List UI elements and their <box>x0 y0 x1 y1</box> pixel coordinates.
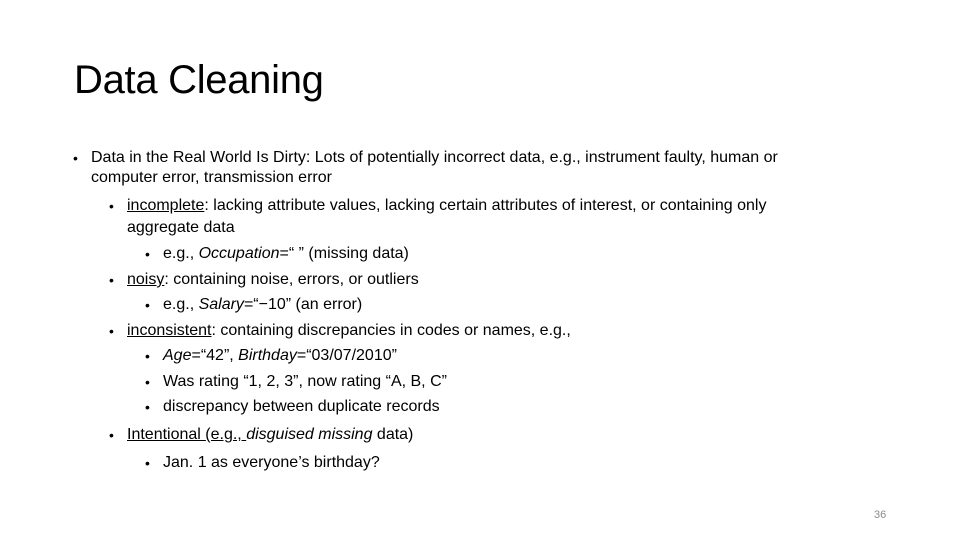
noisy-line: noisy: containing noise, errors, or outl… <box>127 271 419 288</box>
bullet-l3-rating: • <box>145 374 150 390</box>
age-birthday-example: Age=“42”, Birthday=“03/07/2010” <box>163 347 397 364</box>
bullet-l3-salary: • <box>145 297 150 313</box>
rating-example: Was rating “1, 2, 3”, now rating “A, B, … <box>163 373 447 390</box>
intentional-line: Intentional (e.g., disguised missing dat… <box>127 426 414 443</box>
discrepancy-example: discrepancy between duplicate records <box>163 398 440 415</box>
slide: Data Cleaning • Data in the Real World I… <box>0 0 960 540</box>
salary-example: e.g., Salary=“−10” (an error) <box>163 296 363 313</box>
page-number: 36 <box>874 509 887 521</box>
incomplete-term: incomplete <box>127 197 205 214</box>
inconsistent-line: inconsistent: containing discrepancies i… <box>127 322 571 339</box>
slide-title: Data Cleaning <box>74 58 324 102</box>
inconsistent-term: inconsistent <box>127 322 212 339</box>
bullet-l2-noisy: • <box>109 272 114 288</box>
bullet-l3-occupation: • <box>145 246 150 262</box>
dirty-data-line-2: computer error, transmission error <box>91 169 332 186</box>
bullet-l3-jan1: • <box>145 455 150 471</box>
occupation-example: e.g., Occupation=“ ” (missing data) <box>163 245 409 262</box>
bullet-l2-inconsistent: • <box>109 323 114 339</box>
noisy-term: noisy <box>127 271 165 288</box>
birthday-example: Jan. 1 as everyone’s birthday? <box>163 454 380 471</box>
incomplete-line-2: aggregate data <box>127 219 235 236</box>
bullet-l1: • <box>73 150 78 166</box>
incomplete-line-1: incomplete: lacking attribute values, la… <box>127 197 767 214</box>
bullet-l2-intentional: • <box>109 427 114 443</box>
bullet-l3-age: • <box>145 348 150 364</box>
dirty-data-line-1: Data in the Real World Is Dirty: Lots of… <box>91 149 778 166</box>
bullet-l2-incomplete: • <box>109 198 114 214</box>
bullet-l3-discrepancy: • <box>145 399 150 415</box>
intentional-term: Intentional (e.g., <box>127 426 247 443</box>
